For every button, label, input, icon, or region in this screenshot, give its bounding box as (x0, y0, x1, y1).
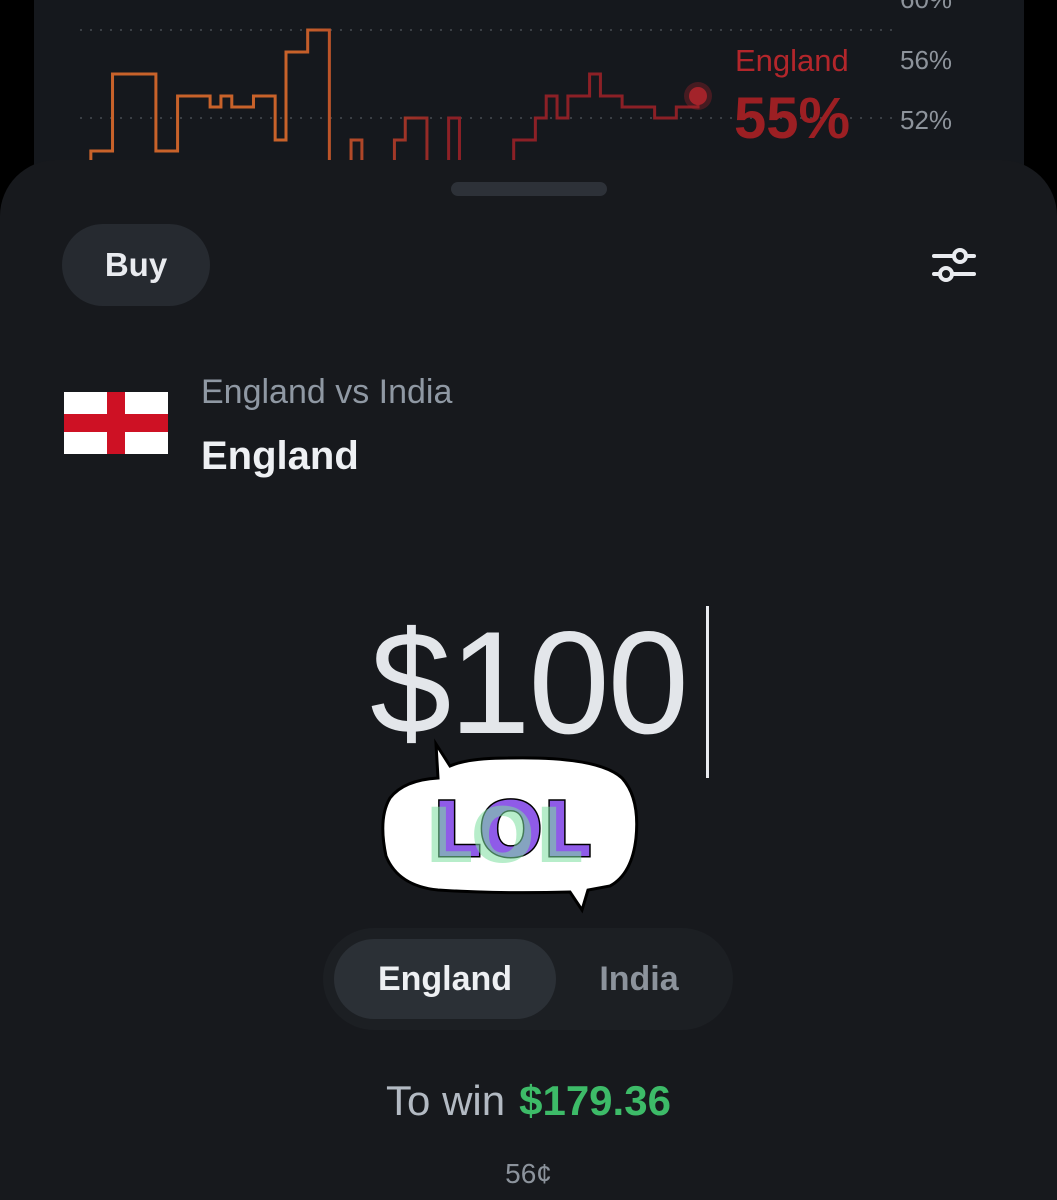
series-current-value: 55% (734, 86, 851, 151)
outcome-toggle: England India (323, 928, 733, 1030)
current-point-marker (689, 87, 707, 105)
sliders-icon[interactable] (926, 240, 982, 290)
svg-text:LOL: LOL (425, 791, 584, 880)
series-name-label: England (735, 43, 849, 78)
selected-outcome-title: England (201, 434, 359, 478)
to-win-amount: $179.36 (519, 1077, 671, 1124)
outcome-option-india[interactable]: India (556, 939, 722, 1019)
to-win-row: To win $179.36 (0, 1080, 1057, 1122)
buy-mode-button[interactable]: Buy (62, 224, 210, 306)
england-flag-icon (64, 392, 168, 454)
bet-sheet: Buy England vs India England $100 LOL LO… (0, 160, 1057, 1200)
share-price: 56¢ (505, 1158, 552, 1189)
outcome-option-england[interactable]: England (334, 939, 556, 1019)
to-win-label: To win (386, 1077, 506, 1124)
y-tick-label: 56% (900, 45, 953, 75)
y-tick-label: 52% (900, 105, 953, 135)
match-title: England vs India (201, 373, 453, 411)
sheet-drag-handle[interactable] (451, 182, 607, 196)
text-caret (706, 606, 709, 778)
y-tick-label: 60% (900, 0, 952, 12)
lol-sticker: LOL LOL (381, 738, 639, 914)
amount-input[interactable]: $100 (0, 610, 1057, 756)
